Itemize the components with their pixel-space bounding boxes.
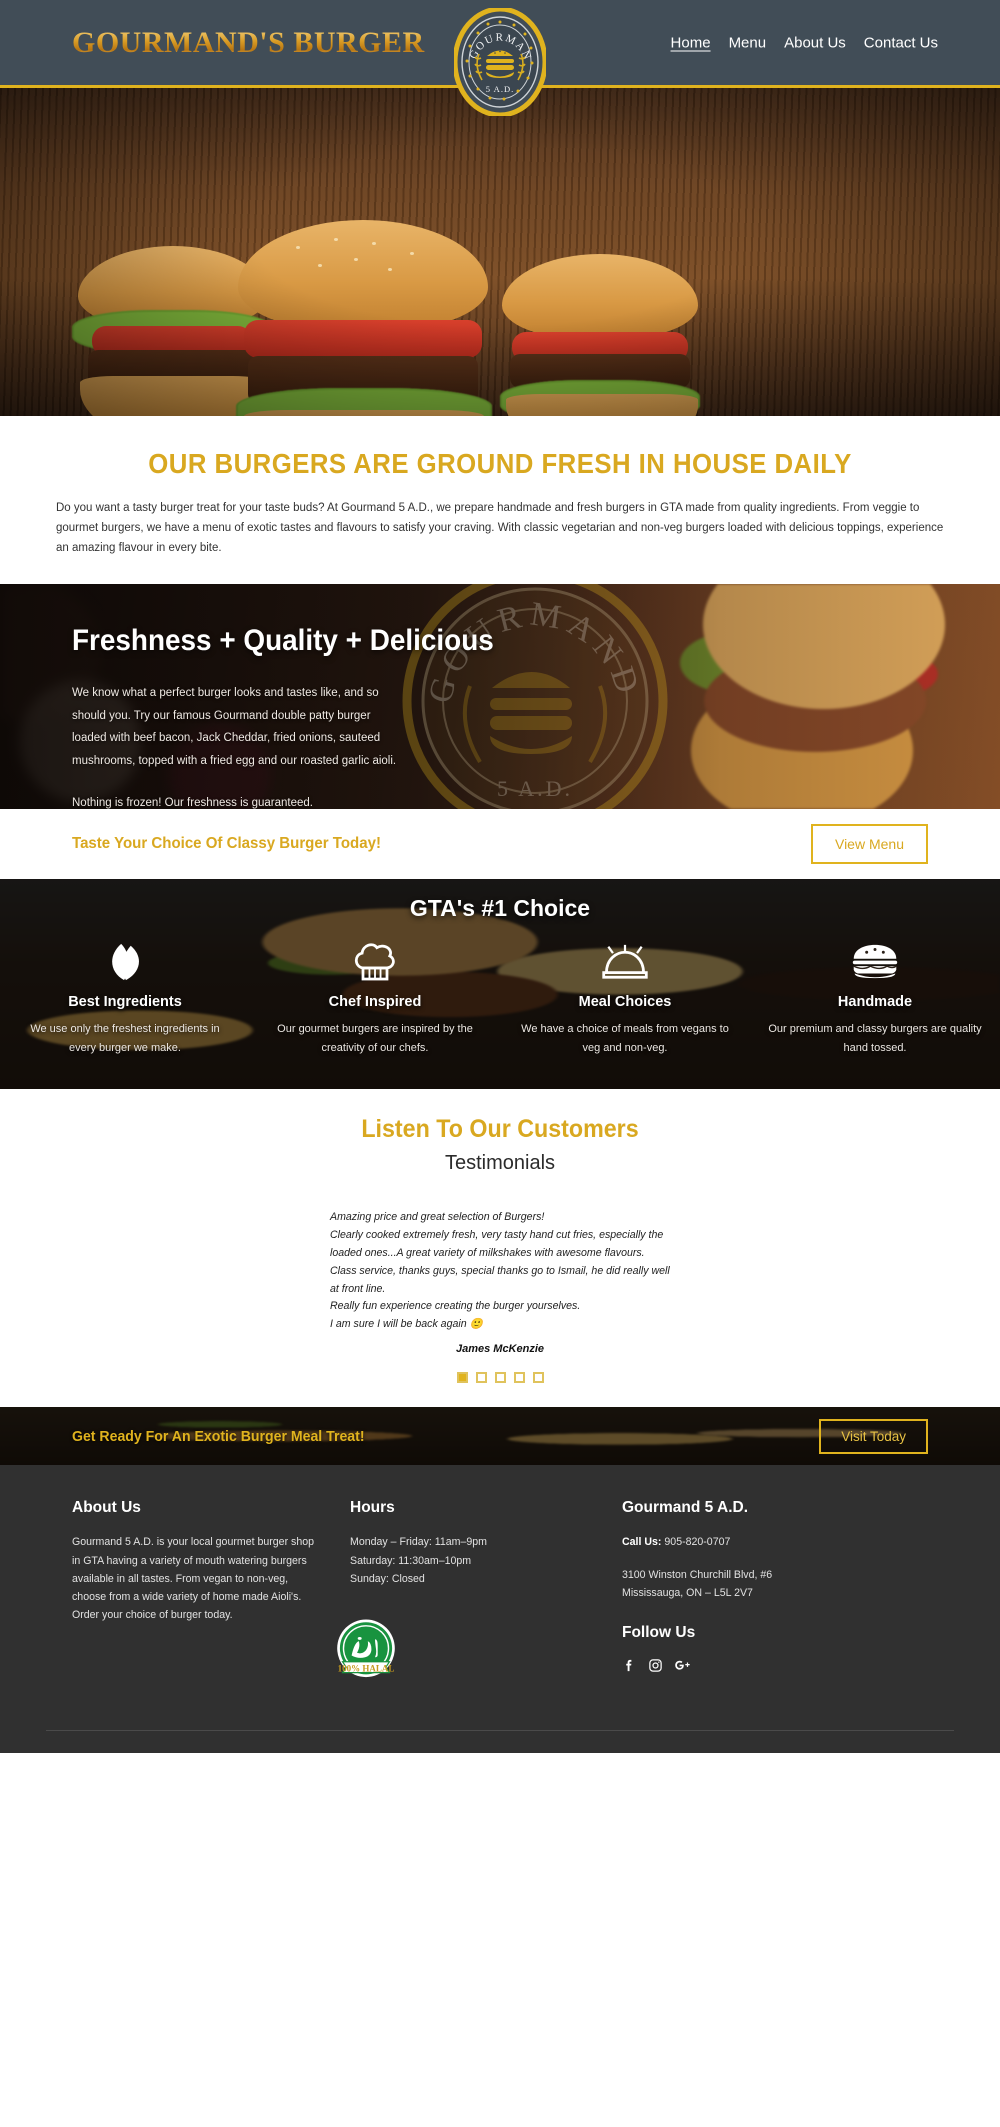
hours-line: Saturday: 11:30am–10pm: [350, 1554, 472, 1567]
footer-contact-title: Gourmand 5 A.D.: [622, 1499, 749, 1517]
nav-link-contact-us[interactable]: Contact Us: [864, 34, 938, 51]
nav-link-about-us[interactable]: About Us: [784, 34, 846, 51]
feature-best-ingredients: Best Ingredients We use only the freshes…: [0, 940, 250, 1056]
svg-text:5 A.D.: 5 A.D.: [486, 84, 514, 94]
site-header: GOURMAND'S BURGER GOURMAND: [0, 0, 1000, 118]
intro-heading: OUR BURGERS ARE GROUND FRESH IN HOUSE DA…: [148, 448, 852, 479]
feature-chef-inspired: Chef Inspired Our gourmet burgers are in…: [250, 940, 500, 1056]
hours-line: Sunday: Closed: [350, 1572, 425, 1585]
intro-body: Do you want a tasty burger treat for you…: [56, 502, 944, 555]
freshness-body: We know what a perfect burger looks and …: [72, 687, 397, 767]
feature-desc: Our gourmet burgers are inspired by the …: [277, 1023, 473, 1054]
cta-top-text: Taste Your Choice Of Classy Burger Today…: [72, 835, 381, 853]
carousel-dot-1[interactable]: [456, 1372, 468, 1384]
feature-name: Best Ingredients: [68, 994, 182, 1011]
carousel-dot-2[interactable]: [475, 1372, 487, 1384]
visit-today-button[interactable]: Visit Today: [819, 1418, 928, 1454]
feature-meal-choices: Meal Choices We have a choice of meals f…: [500, 940, 750, 1056]
testimonial-carousel-dots: [0, 1372, 1000, 1384]
intro-section: OUR BURGERS ARE GROUND FRESH IN HOUSE DA…: [0, 416, 1000, 585]
footer-divider: [46, 1730, 954, 1732]
address-line-1: 3100 Winston Churchill Blvd, #6: [622, 1568, 773, 1581]
cta-bottom-bar: Get Ready For An Exotic Burger Meal Trea…: [0, 1407, 1000, 1466]
carousel-dot-4[interactable]: [513, 1372, 525, 1384]
facebook-icon[interactable]: [622, 1658, 637, 1673]
testimonial-quote: Amazing price and great selection of Bur…: [330, 1209, 670, 1358]
feature-handmade: Handmade Our premium and classy burgers …: [750, 940, 1000, 1056]
freshness-tail: Nothing is frozen! Our freshness is guar…: [72, 797, 313, 810]
freshness-section: GOURMAND 5 A.D. Freshness + Quality + De…: [0, 584, 1000, 810]
svg-text:100% HALAL: 100% HALAL: [338, 1664, 395, 1674]
burger-icon: [766, 940, 984, 982]
quote-line: I am sure I will be back again 🙂: [330, 1318, 483, 1331]
cta-top-bar: Taste Your Choice Of Classy Burger Today…: [0, 809, 1000, 880]
hero-vignette: [0, 88, 1000, 416]
freshness-content: Freshness + Quality + Delicious We know …: [0, 584, 1000, 809]
footer-about-column: About Us Gourmand 5 A.D. is your local g…: [72, 1499, 322, 1673]
leaf-icon: [16, 940, 234, 982]
footer-about-title: About Us: [72, 1499, 141, 1517]
quote-line: Really fun experience creating the burge…: [330, 1300, 581, 1313]
quote-line: Amazing price and great selection of Bur…: [330, 1211, 545, 1224]
carousel-dot-5[interactable]: [532, 1372, 544, 1384]
feature-name: Meal Choices: [578, 994, 672, 1011]
feature-desc: We use only the freshest ingredients in …: [30, 1023, 220, 1054]
hero-image: [0, 88, 1000, 416]
chef-hat-icon: [266, 940, 484, 982]
cta-bottom-text: Get Ready For An Exotic Burger Meal Trea…: [72, 1427, 365, 1445]
view-menu-button[interactable]: View Menu: [810, 824, 928, 865]
testimonial-author: James McKenzie: [455, 1342, 545, 1355]
site-footer: About Us Gourmand 5 A.D. is your local g…: [0, 1465, 1000, 1754]
cloche-icon: [516, 940, 734, 982]
quote-line: Class service, thanks guys, special than…: [330, 1264, 670, 1295]
main-nav: Home Menu About Us Contact Us: [671, 34, 938, 51]
quote-line: Clearly cooked extremely fresh, very tas…: [330, 1229, 664, 1259]
social-links: [622, 1658, 922, 1673]
footer-phone-line: Call Us: 905-820-0707: [622, 1533, 922, 1551]
google-plus-icon[interactable]: [674, 1658, 691, 1673]
feature-desc: Our premium and classy burgers are quali…: [768, 1023, 982, 1054]
footer-contact-column: Gourmand 5 A.D. Call Us: 905-820-0707 31…: [622, 1499, 922, 1673]
hours-line: Monday – Friday: 11am–9pm: [350, 1536, 487, 1549]
freshness-heading: Freshness + Quality + Delicious: [72, 624, 494, 658]
testimonials-heading: Listen To Our Customers: [361, 1115, 639, 1144]
feature-name: Chef Inspired: [328, 994, 422, 1011]
feature-name: Handmade: [837, 994, 913, 1011]
features-title: GTA's #1 Choice: [409, 895, 591, 922]
nav-link-home[interactable]: Home: [671, 34, 711, 51]
nav-link-menu[interactable]: Menu: [729, 34, 767, 51]
burger-badge-icon[interactable]: GOURMAND 5 A.D.: [449, 0, 548, 118]
carousel-dot-3[interactable]: [494, 1372, 506, 1384]
call-us-label: Call Us:: [622, 1536, 662, 1549]
testimonials-section: Listen To Our Customers Testimonials Ama…: [0, 1089, 1000, 1408]
footer-hours-title: Hours: [350, 1499, 395, 1517]
features-section: GTA's #1 Choice Best Ingredients We use …: [0, 879, 1000, 1090]
phone-number[interactable]: 905-820-0707: [664, 1536, 730, 1548]
footer-about-body: Gourmand 5 A.D. is your local gourmet bu…: [72, 1536, 315, 1622]
address-line-2: Mississauga, ON – L5L 2V7: [622, 1586, 753, 1599]
halal-badge-icon: 100% HALAL: [330, 1615, 402, 1687]
testimonials-subheading: Testimonials: [444, 1152, 556, 1175]
instagram-icon[interactable]: [648, 1658, 663, 1673]
follow-us-title: Follow Us: [622, 1624, 696, 1642]
brand-wordmark[interactable]: GOURMAND'S BURGER: [72, 26, 425, 60]
feature-desc: We have a choice of meals from vegans to…: [521, 1023, 729, 1054]
